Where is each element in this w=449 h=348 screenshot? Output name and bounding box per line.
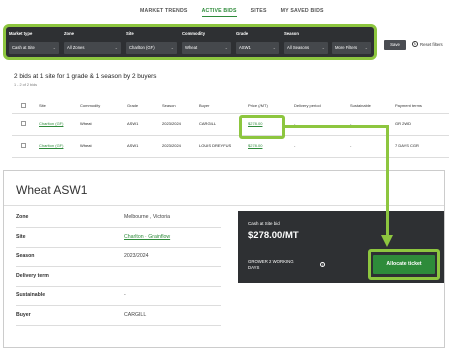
site-detail-link[interactable]: Charlton · Grainflow	[124, 234, 170, 240]
filter-label-site: Site	[126, 31, 134, 36]
detail-row-site: Site Charlton · Grainflow	[16, 229, 221, 248]
detail-row-buyer: Buyer CARGILL	[16, 307, 221, 326]
info-icon[interactable]: i	[320, 262, 325, 267]
detail-row-zone: Zone Melbourne , Victoria	[16, 209, 221, 228]
detail-key: Buyer	[16, 312, 31, 318]
tab-sites[interactable]: SITES	[251, 8, 267, 17]
commodity-cell: Wheat	[80, 121, 92, 126]
detail-title: Wheat ASW1	[16, 183, 88, 197]
top-tabs: MARKET TRENDS ACTIVE BIDS SITES MY SAVED…	[140, 8, 324, 17]
select-all-checkbox[interactable]	[21, 103, 26, 108]
site-link[interactable]: Charlton (GF)	[39, 143, 63, 148]
detail-key: Zone	[16, 214, 29, 220]
tab-market-trends[interactable]: MARKET TRENDS	[140, 8, 188, 17]
season-cell: 2023/2024	[162, 121, 181, 126]
grade-cell: ASW1	[127, 121, 139, 126]
season-select[interactable]: All Seasons ⌄	[284, 42, 328, 54]
tab-active-bids[interactable]: ACTIVE BIDS	[201, 8, 237, 17]
detail-value: Melbourne , Victoria	[124, 214, 171, 220]
payment-terms-cell: 7 DAYS CGR	[395, 143, 419, 148]
chevron-down-icon: ⌄	[114, 45, 118, 50]
chevron-down-icon: ⌄	[321, 45, 325, 50]
col-sustainable[interactable]: Sustainable	[350, 103, 371, 108]
zone-value: All Zones	[67, 45, 85, 50]
filter-bar: Market type Zone Site Commodity Grade Se…	[3, 24, 377, 60]
season-cell: 2023/2024	[162, 143, 181, 148]
chevron-down-icon: ⌄	[272, 45, 276, 50]
results-summary: 2 bids at 1 site for 1 grade & 1 season …	[14, 73, 157, 80]
card-label: Cash at Site bid	[248, 221, 280, 226]
detail-row-season: Season 2023/2024	[16, 248, 221, 267]
price-highlight-box	[239, 115, 285, 139]
bids-table: Site Commodity Grade Season Buyer Price …	[12, 98, 449, 158]
detail-row-delivery-term: Delivery term	[16, 268, 221, 287]
detail-value: CARGILL	[124, 312, 147, 318]
col-commodity[interactable]: Commodity	[80, 103, 100, 108]
reset-icon: ↻	[412, 41, 418, 47]
col-delivery-period[interactable]: Delivery period	[294, 103, 321, 108]
buyer-cell: LOUIS DREYFUS	[199, 143, 232, 148]
annotation-arrow-vertical	[386, 125, 389, 237]
tab-my-saved-bids[interactable]: MY SAVED BIDS	[281, 8, 324, 17]
detail-value: -	[124, 292, 126, 298]
allocate-highlight-box: Allocate ticket	[368, 249, 440, 280]
payment-terms-cell: GR 2WD	[395, 121, 411, 126]
save-button[interactable]: Save	[384, 40, 406, 50]
grade-select[interactable]: ASW1 ⌄	[236, 42, 279, 54]
reset-filters-label: Reset filters	[420, 41, 443, 47]
market-type-select[interactable]: Cash at Site ⌄	[9, 42, 59, 54]
filter-label-zone: Zone	[64, 31, 75, 36]
table-row[interactable]: Charlton (GF) Wheat ASW1 2023/2024 LOUIS…	[12, 136, 449, 158]
delivery-period-cell: -	[294, 143, 296, 148]
col-price[interactable]: Price (/MT)	[248, 103, 268, 108]
detail-value: 2023/2024	[124, 253, 149, 259]
allocate-ticket-button[interactable]: Allocate ticket	[373, 255, 435, 274]
market-type-value: Cash at Site	[12, 45, 35, 50]
buyer-cell: CARGILL	[199, 121, 217, 126]
site-select[interactable]: Charlton (GF) ⌄	[126, 42, 177, 54]
grower-terms: GROWER 2 WORKING DAYS	[248, 259, 294, 270]
filter-label-grade: Grade	[236, 31, 249, 36]
site-value: Charlton (GF)	[129, 45, 155, 50]
site-link[interactable]: Charlton (GF)	[39, 121, 63, 126]
reset-filters-button[interactable]: ↻ Reset filters	[412, 41, 443, 47]
detail-key: Delivery term	[16, 273, 49, 279]
grade-cell: ASW1	[127, 143, 139, 148]
price-link[interactable]: $278.00	[248, 143, 262, 148]
chevron-down-icon: ⌄	[52, 45, 56, 50]
row-checkbox[interactable]	[21, 143, 26, 148]
annotation-arrow-horizontal	[285, 125, 389, 128]
col-buyer[interactable]: Buyer	[199, 103, 209, 108]
commodity-select[interactable]: Wheat ⌄	[182, 42, 231, 54]
col-grade[interactable]: Grade	[127, 103, 138, 108]
sustainable-cell: -	[350, 143, 352, 148]
card-price: $278.00/MT	[248, 230, 299, 241]
commodity-cell: Wheat	[80, 143, 92, 148]
results-count: 1 - 2 of 2 bids	[14, 83, 38, 87]
season-value: All Seasons	[287, 45, 310, 50]
detail-key: Sustainable	[16, 292, 46, 298]
chevron-down-icon: ⌄	[170, 45, 174, 50]
filter-label-commodity: Commodity	[182, 31, 206, 36]
col-season[interactable]: Season	[162, 103, 176, 108]
col-payment-terms[interactable]: Payment terms	[395, 103, 422, 108]
col-site[interactable]: Site	[39, 103, 46, 108]
annotation-arrow-head	[381, 235, 393, 247]
table-header: Site Commodity Grade Season Buyer Price …	[12, 98, 449, 114]
commodity-value: Wheat	[185, 45, 198, 50]
zone-select[interactable]: All Zones ⌄	[64, 42, 121, 54]
detail-row-sustainable: Sustainable -	[16, 287, 221, 306]
chevron-down-icon: ⌄	[224, 45, 228, 50]
divider	[4, 205, 444, 206]
chevron-down-icon: ⌄	[364, 45, 368, 50]
detail-key: Site	[16, 234, 26, 240]
detail-key: Season	[16, 253, 35, 259]
filter-label-market-type: Market type	[9, 31, 33, 36]
more-filters-label: More Filters	[335, 45, 358, 50]
row-checkbox[interactable]	[21, 121, 26, 126]
grade-value: ASW1	[239, 45, 251, 50]
more-filters-button[interactable]: More Filters ⌄	[332, 42, 371, 54]
filter-label-season: Season	[284, 31, 299, 36]
